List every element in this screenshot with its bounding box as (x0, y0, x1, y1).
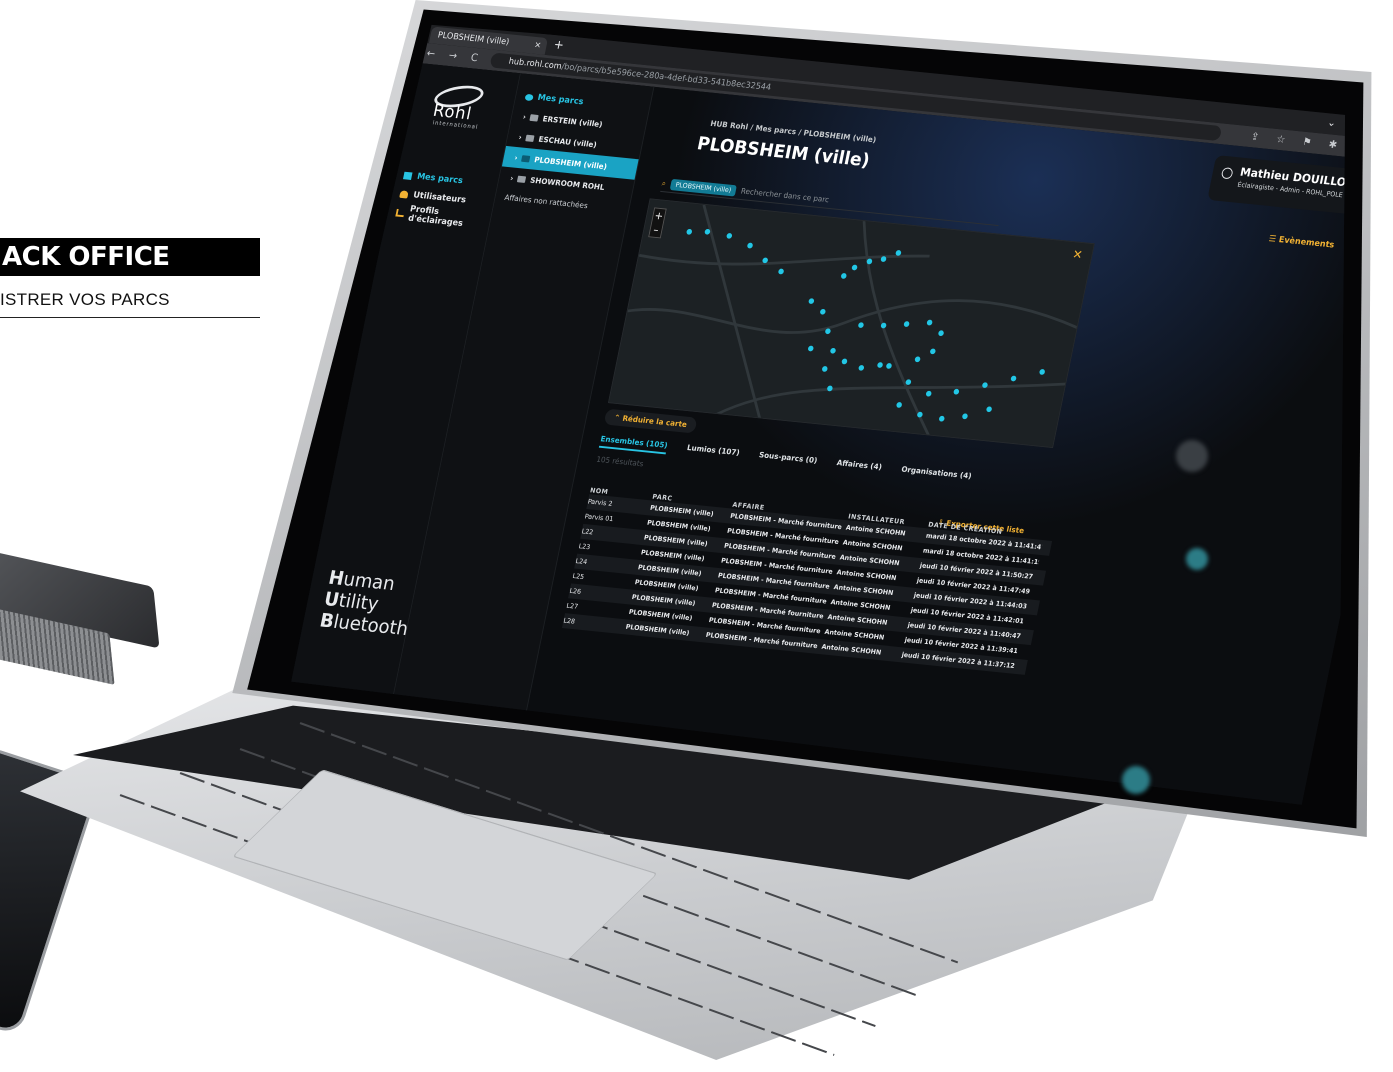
search-icon: ⌕ (661, 178, 667, 188)
tree-item-label: ESCHAU (ville) (537, 134, 598, 149)
promo-title: ACK OFFICE (0, 238, 260, 276)
events-button[interactable]: ☰ Evènements (1268, 235, 1335, 251)
table-cell-installateur: Antoine SCHOHN (820, 643, 882, 657)
ensembles-table: NOM PARC AFFAIRE INSTALLATEUR DATE DE CR… (561, 474, 1056, 675)
tab-affaires[interactable]: Affaires (4) (835, 459, 883, 477)
map-canvas[interactable] (608, 199, 1095, 448)
tree-item-label: PLOBSHEIM (ville) (533, 155, 608, 171)
results-count: 105 résultats (595, 455, 645, 469)
promo-subtitle: ISTRER VOS PARCS (0, 290, 170, 309)
chevron-right-icon: › (522, 112, 527, 121)
chevron-right-icon: › (509, 173, 515, 183)
search-filter-chip[interactable]: PLOBSHEIM (ville) (670, 178, 737, 197)
url-host: hub.rohl.com (507, 57, 563, 72)
rohl-logo: Rohl international (424, 81, 495, 131)
sidebar-item-label: Mes parcs (416, 172, 464, 187)
chart-icon (395, 208, 405, 218)
card-stack-image (0, 547, 176, 713)
tree-item-label: ERSTEIN (ville) (541, 114, 604, 129)
tab-lumios[interactable]: Lumios (107) (685, 443, 740, 461)
promo-divider (0, 317, 260, 318)
bokeh-light (1186, 548, 1208, 570)
brand-tagline: Human Utility Bluetooth (318, 566, 419, 640)
chevron-right-icon: › (513, 153, 519, 162)
folder-icon (521, 154, 531, 163)
pin-icon (524, 93, 534, 101)
sidebar-item-label: Utilisateurs (412, 190, 467, 206)
folder-icon (529, 113, 540, 122)
list-tabs: Ensembles (105) Lumios (107) Sous-parcs … (598, 434, 973, 486)
folder-icon (517, 175, 527, 183)
table-cell-nom: L28 (562, 616, 576, 626)
tab-close-icon[interactable]: × (533, 37, 543, 54)
search-input[interactable]: Rechercher dans ce parc (740, 187, 830, 204)
folder-icon (402, 171, 413, 180)
tree-item-label: SHOWROOM ROHL (529, 175, 606, 192)
tree-header-label: Mes parcs (536, 93, 585, 108)
user-circle-icon (1220, 167, 1234, 180)
zoom-out-button[interactable]: – (649, 222, 663, 237)
main-panel: HUB Rohl / Mes parcs / PLOBSHEIM (ville)… (518, 87, 1346, 809)
table-cell-parc: PLOBSHEIM (ville) (625, 623, 690, 638)
tab-sous-parcs[interactable]: Sous-parcs (0) (757, 451, 818, 470)
logo-sub: international (431, 119, 479, 131)
bokeh-light (1122, 766, 1150, 794)
sidebar-nav: Mes parcs Utilisateurs Profils d'éclaira… (394, 166, 499, 231)
zoom-in-button[interactable]: + (652, 208, 666, 223)
tab-ensembles[interactable]: Ensembles (105) (598, 434, 669, 455)
tab-organisations[interactable]: Organisations (4) (900, 465, 973, 485)
reduce-map-button[interactable]: ⌃ Réduire la carte (603, 408, 698, 434)
map-view[interactable]: + – ✕ (607, 198, 1095, 448)
product-photo: ACK OFFICE ISTRER VOS PARCS PLOBSHEIM (v… (0, 0, 1393, 1072)
user-menu[interactable]: Mathieu DOUILLOT Éclairagiste - Admin - … (1207, 155, 1346, 221)
bokeh-light (1176, 440, 1208, 472)
chevron-right-icon: › (517, 132, 523, 142)
user-icon (399, 190, 409, 199)
new-tab-icon[interactable]: + (553, 38, 566, 53)
folder-icon (525, 134, 535, 142)
